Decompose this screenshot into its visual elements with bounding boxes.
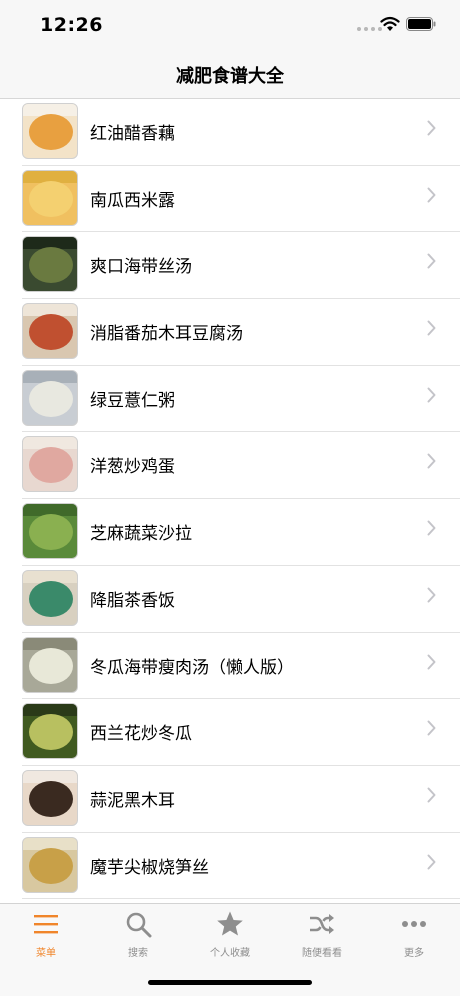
recipe-row[interactable]: 消脂番茄木耳豆腐汤 [22,299,460,366]
tab-menu[interactable]: 菜单 [0,910,92,966]
recipe-name: 魔芋尖椒烧笋丝 [90,857,209,878]
recipe-thumbnail [22,103,78,159]
status-bar: 12:26 [0,0,460,52]
recipe-thumbnail [22,436,78,493]
recipe-name: 冬瓜海带瘦肉汤（懒人版） [90,657,294,678]
menu-icon [34,915,58,934]
recipe-name: 西兰花炒冬瓜 [90,724,192,745]
recipe-thumbnail [22,636,78,693]
recipe-thumbnail [22,303,78,360]
recipe-row[interactable]: 爽口海带丝汤 [22,232,460,300]
chevron-right-icon [427,787,436,803]
recipe-row[interactable]: 南瓜西米露 [22,166,460,233]
recipe-name: 芝麻蔬菜沙拉 [90,524,192,545]
recipe-row[interactable]: 红油醋香藕 [22,99,460,166]
recipe-thumbnail [22,569,78,626]
chevron-right-icon [427,120,436,136]
chevron-right-icon [427,720,436,736]
recipe-row[interactable]: 芝麻蔬菜沙拉 [22,499,460,566]
chevron-right-icon [427,320,436,336]
tab-label: 随便看看 [302,948,342,959]
status-time: 12:26 [40,14,103,36]
recipe-name: 红油醋香藕 [90,124,175,144]
recipe-name: 南瓜西米露 [90,190,175,211]
chevron-right-icon [427,253,436,269]
recipe-list[interactable]: 红油醋香藕南瓜西米露爽口海带丝汤消脂番茄木耳豆腐汤 绿豆薏仁粥洋葱炒鸡蛋芝麻蔬菜沙… [0,99,460,904]
tab-label: 更多 [404,948,424,959]
home-indicator [148,980,312,985]
chevron-right-icon [427,854,436,870]
recipe-thumbnail [22,703,78,760]
recipe-thumbnail [22,503,78,560]
tab-more[interactable]: 更多 [368,910,460,966]
tab-star[interactable]: 个人收藏 [184,910,276,966]
recipe-name: 消脂番茄木耳豆腐汤 [90,324,243,345]
tab-label: 菜单 [36,948,56,959]
recipe-row[interactable]: 绿豆薏仁粥 [22,366,460,433]
more-icon [402,921,426,927]
tab-search[interactable]: 搜索 [92,910,184,966]
recipe-row[interactable]: 冬瓜海带瘦肉汤（懒人版） [22,633,460,700]
recipe-thumbnail [22,236,78,293]
recipe-thumbnail [22,369,78,426]
chevron-right-icon [427,387,436,403]
chevron-right-icon [427,587,436,603]
recipe-thumbnail [22,769,78,826]
tab-shuffle[interactable]: 随便看看 [276,910,368,966]
wifi-icon [380,16,400,31]
recipe-row[interactable]: 降脂茶香饭 [22,566,460,633]
recipe-row[interactable]: 西兰花炒冬瓜 [22,699,460,766]
recipe-name: 降脂茶香饭 [90,590,175,611]
chevron-right-icon [427,654,436,669]
shuffle-icon [310,914,334,934]
search-icon [126,912,152,938]
chevron-right-icon [427,520,436,536]
recipe-thumbnail [22,169,78,226]
star-icon [217,911,243,936]
signal-icon [357,27,382,31]
recipe-name: 蒜泥黑木耳 [90,790,175,811]
chevron-right-icon [427,453,436,469]
chevron-right-icon [427,187,436,203]
recipe-row[interactable]: 洋葱炒鸡蛋 [22,432,460,500]
recipe-name: 爽口海带丝汤 [90,257,192,278]
recipe-row[interactable]: 魔芋尖椒烧笋丝 [22,833,460,900]
recipe-name: 绿豆薏仁粥 [90,390,175,411]
navigation-bar: 减肥食谱大全 [0,52,460,99]
recipe-name: 洋葱炒鸡蛋 [90,457,175,478]
tab-label: 搜索 [128,948,148,959]
tab-label: 个人收藏 [210,948,250,959]
page-title: 减肥食谱大全 [176,66,284,87]
battery-icon [406,17,436,31]
recipe-row[interactable]: 蒜泥黑木耳 [22,766,460,833]
recipe-thumbnail [22,836,78,893]
